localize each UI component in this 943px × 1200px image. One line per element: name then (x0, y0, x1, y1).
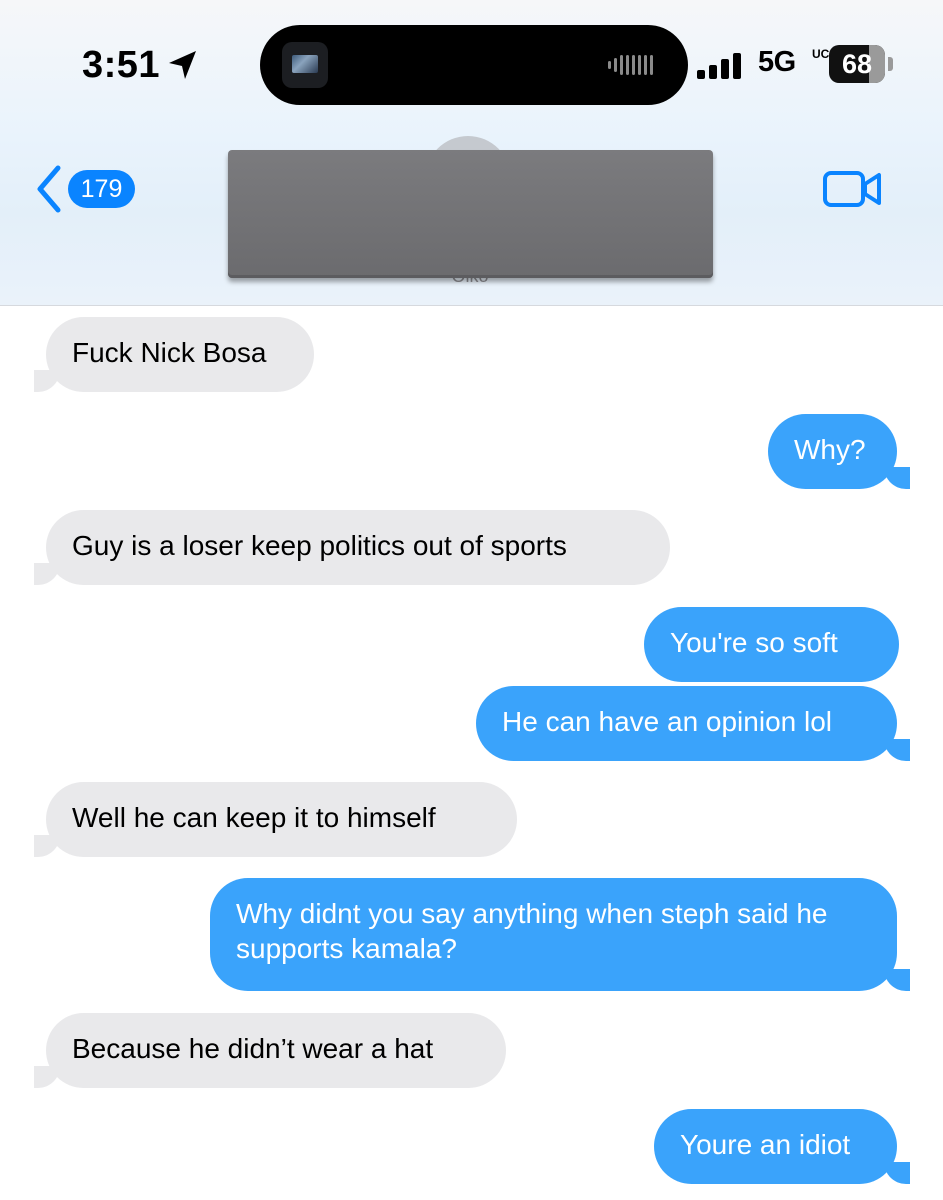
facetime-video-icon[interactable] (822, 168, 882, 210)
bubble-tail (34, 1066, 60, 1088)
network-type: 5G (758, 46, 796, 78)
redaction-block (228, 150, 713, 278)
bubble-tail (884, 1162, 910, 1184)
bubble-tail (34, 370, 60, 392)
incoming-message-bubble[interactable]: Guy is a loser keep politics out of spor… (46, 510, 670, 585)
incoming-message-bubble[interactable]: Fuck Nick Bosa (46, 317, 314, 392)
battery-icon: 68 (829, 45, 885, 83)
bubble-tail (34, 563, 60, 585)
incoming-message-bubble[interactable]: Because he didn’t wear a hat (46, 1013, 506, 1088)
network-type-suffix: UC (812, 47, 830, 61)
battery-level: 68 (841, 49, 873, 79)
back-chevron-icon[interactable] (34, 164, 64, 214)
now-playing-artwork (282, 42, 328, 88)
dynamic-island[interactable] (260, 25, 688, 105)
audio-waveform-icon (608, 55, 653, 75)
bubble-tail (884, 467, 910, 489)
bubble-tail (884, 739, 910, 761)
outgoing-message-bubble[interactable]: Why? (768, 414, 897, 489)
bubble-tail (884, 969, 910, 991)
incoming-message-bubble[interactable]: Well he can keep it to himself (46, 782, 517, 857)
outgoing-message-bubble[interactable]: Youre an idiot (654, 1109, 897, 1184)
outgoing-message-bubble[interactable]: You're so soft (644, 607, 899, 682)
cellular-signal-icon (697, 53, 741, 79)
battery-nub (888, 57, 893, 71)
status-time: 3:51 (82, 44, 161, 86)
location-arrow-icon (169, 51, 196, 79)
unread-count-badge[interactable]: 179 (68, 170, 135, 208)
outgoing-message-bubble[interactable]: Why didnt you say anything when steph sa… (210, 878, 897, 991)
conversation-header: 3:51 5G UC 68 179 Oiko (0, 0, 943, 306)
bubble-tail (34, 835, 60, 857)
outgoing-message-bubble[interactable]: He can have an opinion lol (476, 686, 897, 761)
